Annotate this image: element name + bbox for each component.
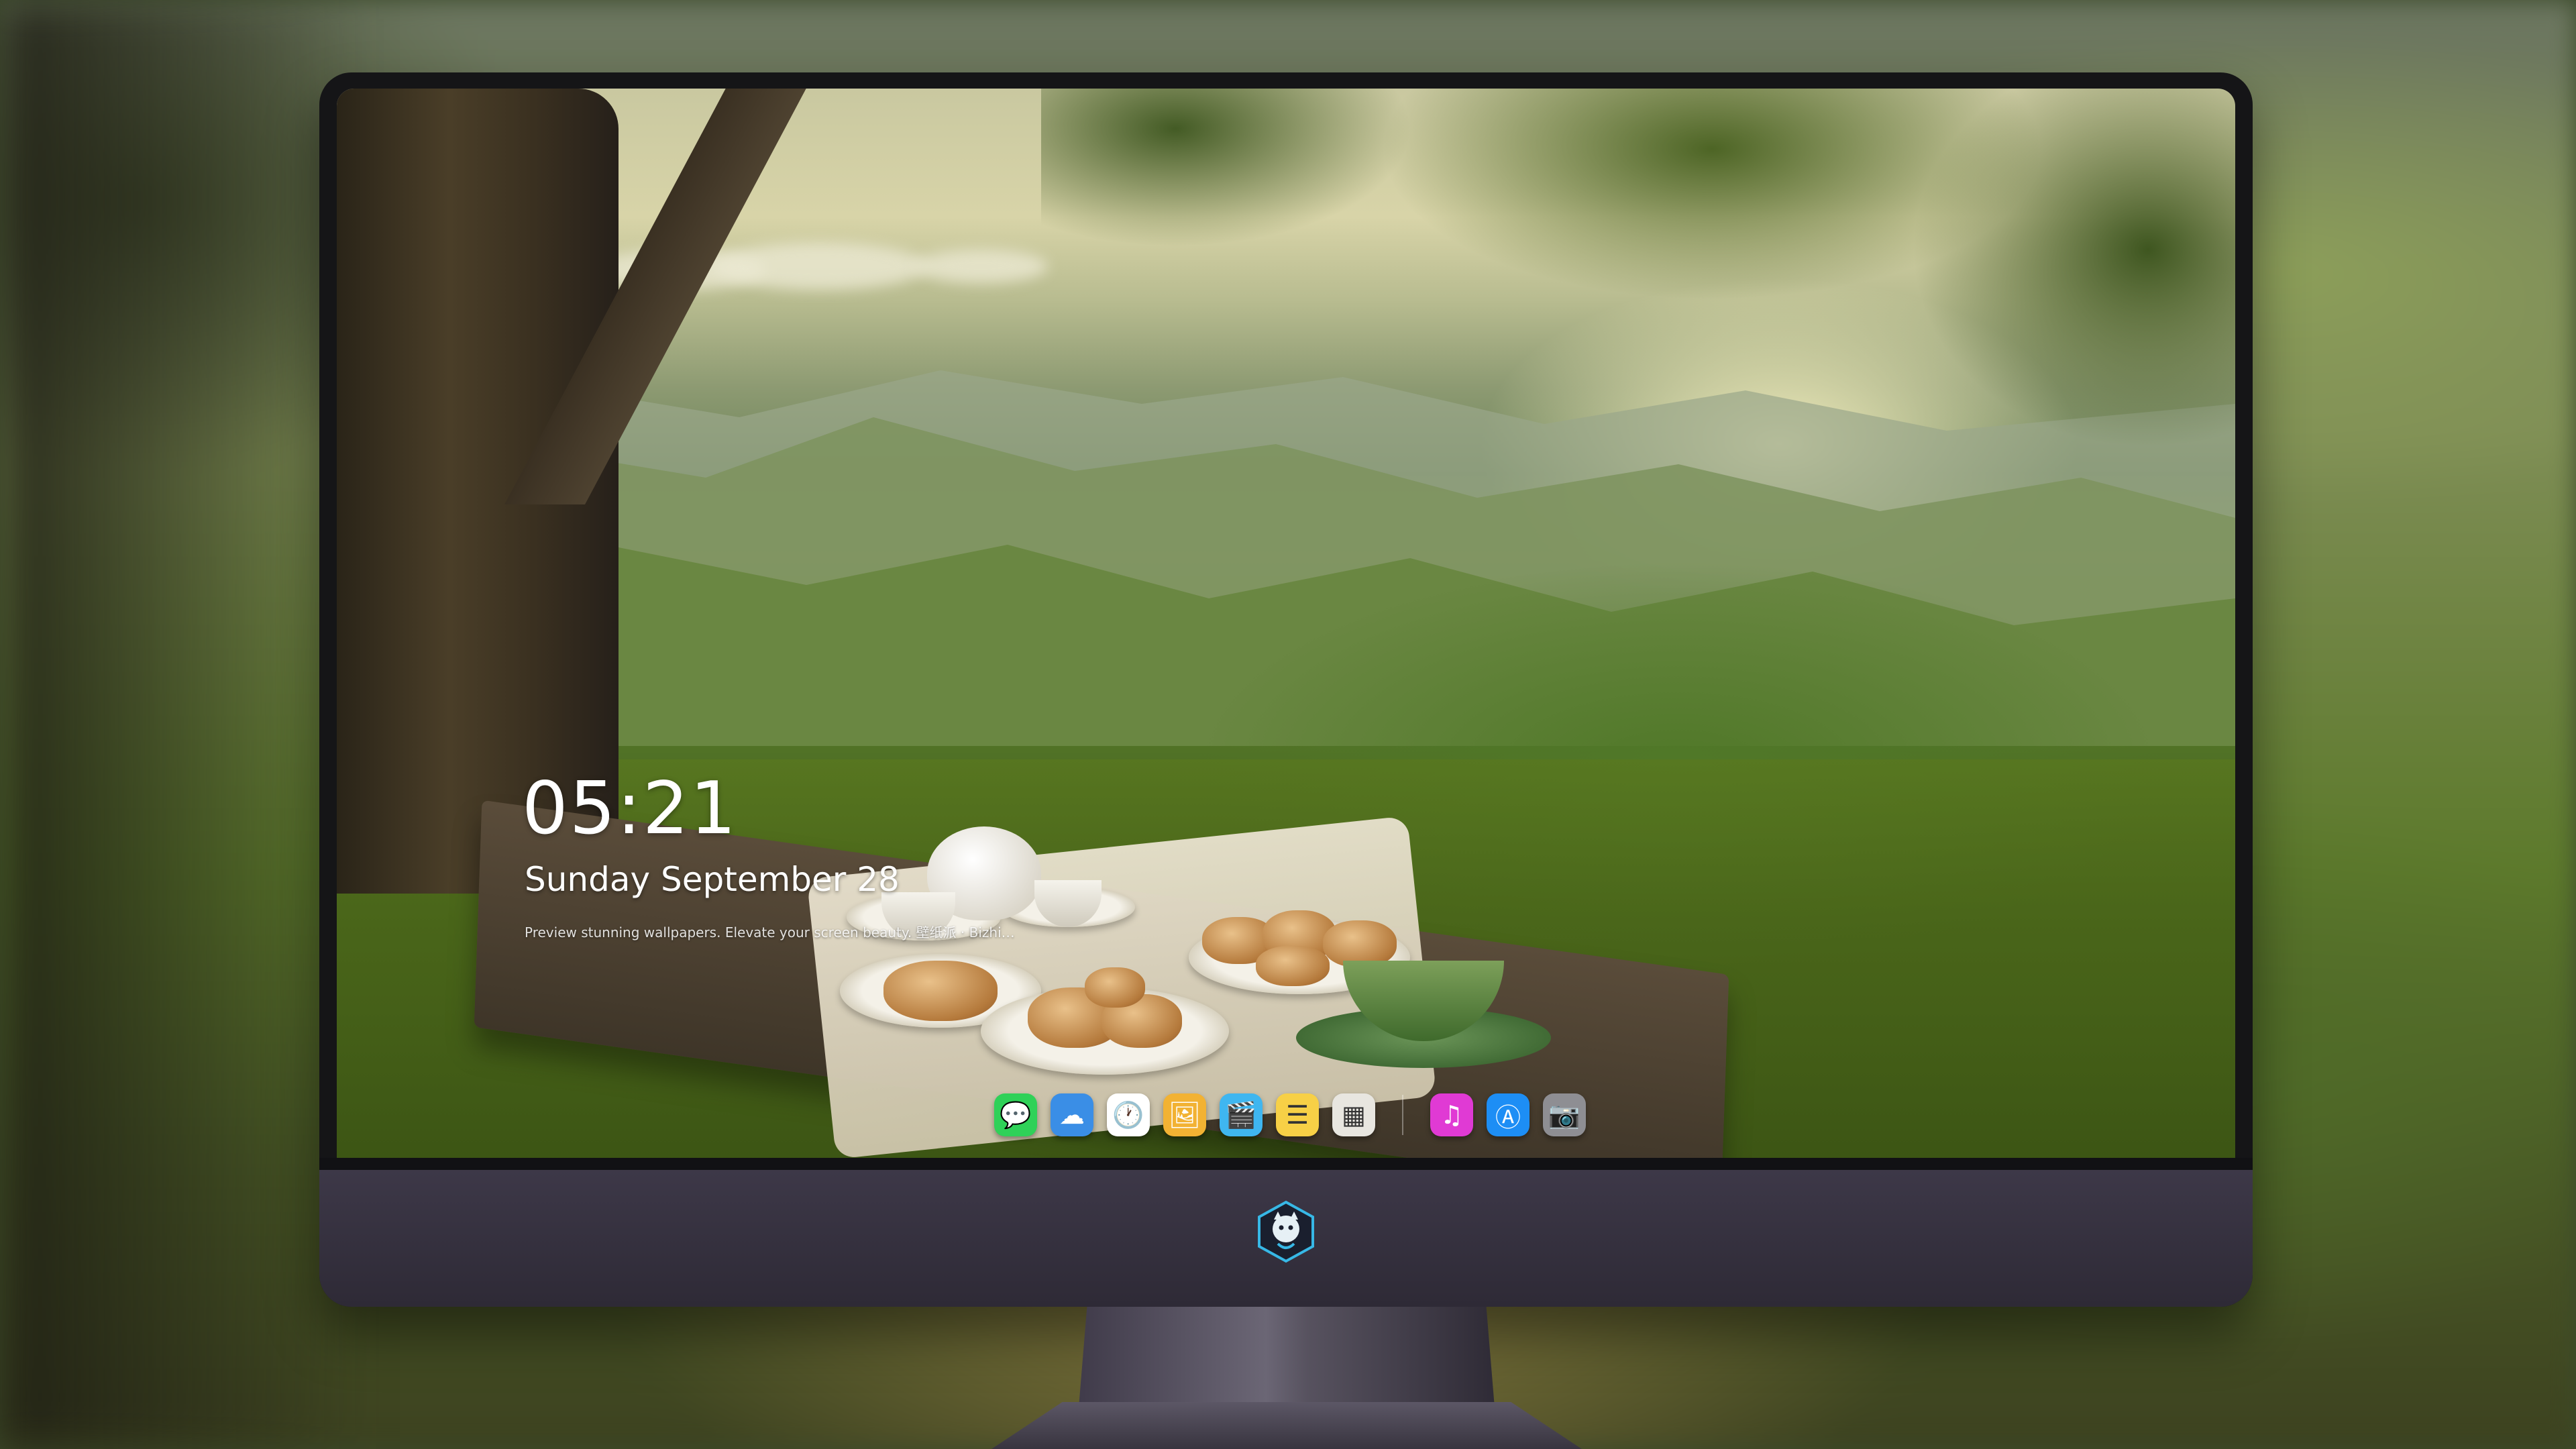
app-store-icon[interactable]: Ⓐ [1487, 1093, 1529, 1136]
weather-icon[interactable]: ☁ [1051, 1093, 1093, 1136]
brand-logo-icon [1258, 1200, 1314, 1263]
desktop-screen: 05:21 Sunday September 28 Preview stunni… [337, 89, 2235, 1158]
lockscreen-date: Sunday September 28 [525, 860, 900, 899]
monitor-stand-base [991, 1402, 1582, 1449]
music-icon[interactable]: ♫ [1430, 1093, 1473, 1136]
dock-separator [1402, 1095, 1403, 1135]
bezel-bottom-edge [319, 1158, 2253, 1170]
notes-icon[interactable]: ☰ [1276, 1093, 1319, 1136]
pastry [1085, 967, 1145, 1008]
preview-icon[interactable]: 🖼 [1163, 1093, 1206, 1136]
monitor: 05:21 Sunday September 28 Preview stunni… [319, 72, 2253, 1307]
lockscreen-clock: 05:21 [522, 767, 738, 851]
dock: 💬 ☁ 🕐 🖼 🎬 ☰ ▦ ♫ Ⓐ 📷 [987, 1084, 1598, 1146]
cloud [914, 250, 1048, 283]
tree-canopy [1041, 89, 2235, 518]
monitor-stand-neck [1079, 1307, 1495, 1407]
pastry [883, 961, 998, 1021]
photo-grid-icon[interactable]: ▦ [1332, 1093, 1375, 1136]
messages-icon[interactable]: 💬 [994, 1093, 1037, 1136]
pastry [1256, 946, 1330, 986]
wallpaper-tagline: Preview stunning wallpapers. Elevate you… [525, 924, 1015, 941]
cloud [712, 243, 927, 290]
clock-icon[interactable]: 🕐 [1107, 1093, 1150, 1136]
camera-icon[interactable]: 📷 [1543, 1093, 1586, 1136]
clips-icon[interactable]: 🎬 [1220, 1093, 1263, 1136]
